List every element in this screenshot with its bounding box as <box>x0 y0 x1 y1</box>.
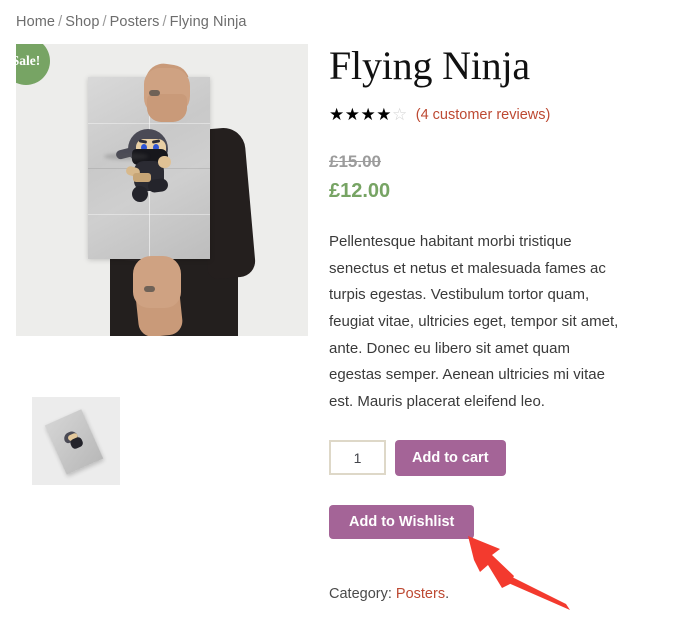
breadcrumb-separator: / <box>58 14 63 30</box>
ring-icon <box>144 286 155 292</box>
product-page: Home / Shop / Posters / Flying Ninja ale… <box>0 0 674 630</box>
product-summary: Flying Ninja ★★★★☆ (4 customer reviews) … <box>329 43 659 602</box>
rating-row: ★★★★☆ (4 customer reviews) <box>329 105 659 125</box>
breadcrumb-item-shop[interactable]: Shop <box>65 14 99 30</box>
breadcrumb-item-posters[interactable]: Posters <box>110 14 160 30</box>
add-to-cart-row: Add to cart <box>329 439 659 476</box>
star-filled-icon: ★ <box>376 105 392 125</box>
category-link-posters[interactable]: Posters <box>396 586 445 602</box>
category-line: Category: Posters. <box>329 586 659 602</box>
price-block: £15.00 £12.00 <box>329 151 659 203</box>
breadcrumb-item-current: Flying Ninja <box>169 14 247 30</box>
old-price: £15.00 <box>329 151 381 171</box>
ninja-character-icon <box>59 427 86 452</box>
person-hand-bottom <box>133 256 181 308</box>
category-suffix: . <box>445 585 450 602</box>
ninja-character-icon <box>114 129 184 211</box>
star-filled-icon: ★ <box>344 105 361 125</box>
ring-icon <box>149 90 160 96</box>
thumbnail-item[interactable] <box>32 397 120 485</box>
photo-scene <box>16 44 308 336</box>
category-label: Category: <box>329 585 392 602</box>
thumbnail-poster <box>44 409 104 475</box>
star-filled-icon: ★ <box>329 105 345 125</box>
add-to-wishlist-button[interactable]: Add to Wishlist <box>329 504 475 539</box>
current-price: £12.00 <box>329 180 391 203</box>
thumbnail-strip <box>32 397 120 485</box>
breadcrumb-separator: / <box>102 14 107 30</box>
star-filled-icon: ★ <box>360 105 377 125</box>
breadcrumb-separator: / <box>162 14 167 30</box>
star-rating[interactable]: ★★★★☆ <box>329 106 408 123</box>
customer-reviews-link[interactable]: (4 customer reviews) <box>416 107 551 123</box>
breadcrumb: Home / Shop / Posters / Flying Ninja <box>16 14 247 30</box>
star-empty-icon: ☆ <box>392 105 408 125</box>
product-description: Pellentesque habitant morbi tristique se… <box>329 233 619 411</box>
person-fingers-top <box>147 94 187 122</box>
page-title: Flying Ninja <box>329 43 530 88</box>
product-main-image[interactable]: Sale! <box>16 44 308 336</box>
ninja-shadow <box>104 153 148 160</box>
poster-fold-horizontal <box>88 213 210 215</box>
quantity-input[interactable] <box>329 440 386 476</box>
breadcrumb-item-home[interactable]: Home <box>16 14 55 30</box>
poster-fold-horizontal <box>88 122 210 124</box>
product-gallery: Sale! <box>16 44 308 485</box>
add-to-cart-button[interactable]: Add to cart <box>395 439 506 476</box>
